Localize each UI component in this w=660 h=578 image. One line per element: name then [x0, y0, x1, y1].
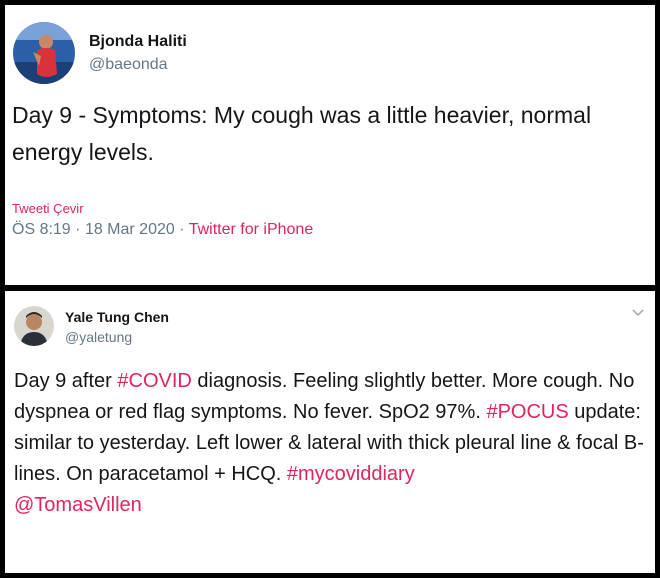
- avatar[interactable]: [13, 22, 75, 84]
- avatar-photo-icon: [14, 306, 54, 346]
- tweet-source-link[interactable]: Twitter for iPhone: [189, 221, 314, 238]
- meta-separator: ·: [75, 221, 81, 238]
- meta-separator: ·: [179, 221, 185, 238]
- hashtag-link[interactable]: #COVID: [117, 370, 191, 392]
- tweet-text: Day 9 - Symptoms: My cough was a little …: [12, 102, 592, 165]
- avatar-photo-icon: [13, 22, 75, 84]
- tweet-text: Day 9 after #COVID diagnosis. Feeling sl…: [14, 366, 650, 521]
- hashtag-link[interactable]: #POCUS: [486, 401, 568, 423]
- tweet-card-2[interactable]: Yale Tung Chen @yaletung Day 9 after #CO…: [5, 291, 655, 573]
- translate-tweet-link[interactable]: Tweeti Çevir: [12, 201, 84, 216]
- tweet-meta: ÖS 8:19 · 18 Mar 2020 · Twitter for iPho…: [12, 221, 313, 239]
- tweet-text-part: Day 9 after: [14, 370, 118, 392]
- avatar[interactable]: [14, 306, 54, 346]
- hashtag-link[interactable]: #mycoviddiary: [287, 463, 415, 485]
- author-handle[interactable]: @yaletung: [65, 329, 132, 345]
- author-handle[interactable]: @baeonda: [89, 56, 168, 74]
- tweet-time[interactable]: ÖS 8:19: [12, 221, 71, 238]
- tweet-card-1[interactable]: Bjonda Haliti @baeonda Day 9 - Symptoms:…: [5, 5, 655, 285]
- author-name[interactable]: Yale Tung Chen: [65, 309, 169, 325]
- author-name[interactable]: Bjonda Haliti: [89, 33, 187, 51]
- mention-link[interactable]: @TomasVillen: [14, 494, 142, 516]
- tweet-date[interactable]: 18 Mar 2020: [85, 221, 175, 238]
- chevron-down-icon[interactable]: [631, 305, 645, 319]
